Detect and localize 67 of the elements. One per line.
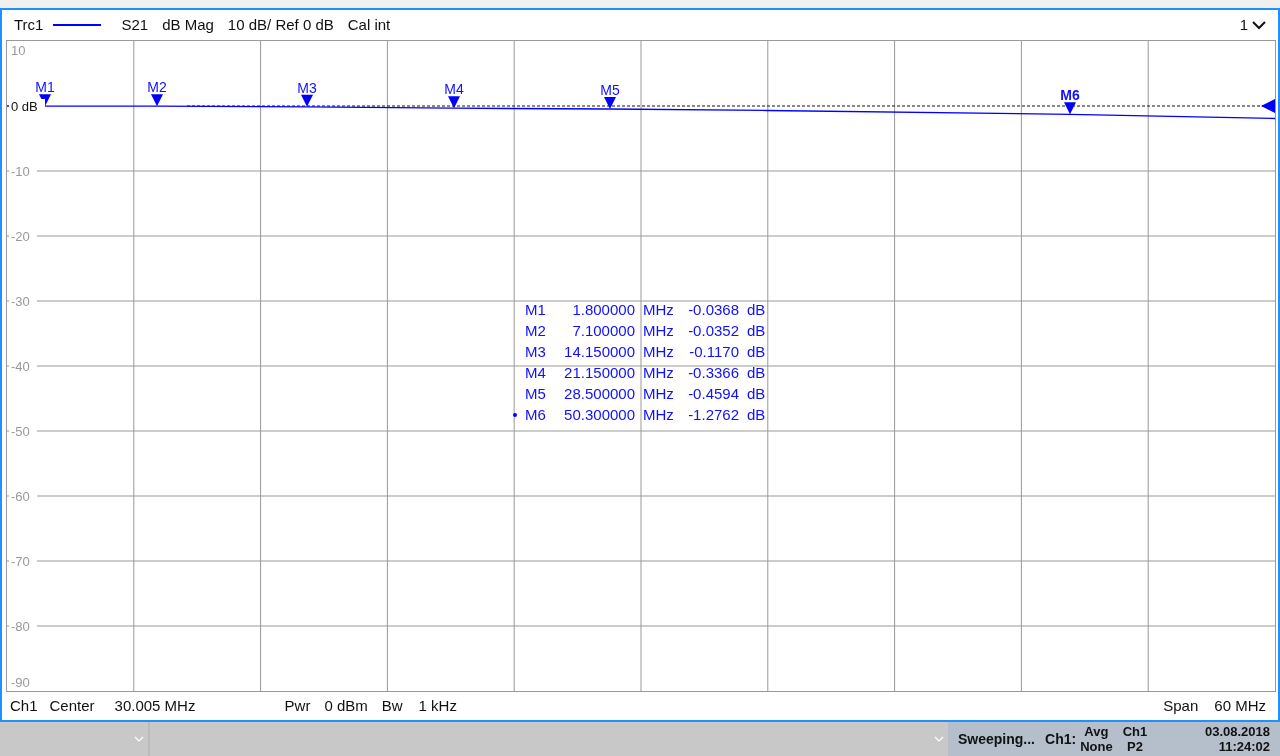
- sweep-status: Sweeping...: [958, 731, 1035, 747]
- port-label: P2: [1126, 739, 1143, 754]
- port-channel: Ch1: [1122, 724, 1148, 739]
- marker-name: M3: [525, 343, 547, 361]
- trace-name[interactable]: Trc1: [14, 13, 44, 37]
- marker-stimulus: 50.300000: [563, 406, 636, 424]
- marker-response: -1.2762: [687, 406, 740, 424]
- chevron-down-icon[interactable]: [1252, 20, 1266, 30]
- y-axis-label: -10: [11, 163, 30, 179]
- marker-stimulus: 28.500000: [563, 385, 636, 403]
- trace-legend-line: [53, 24, 102, 26]
- marker-name: M1: [525, 301, 547, 319]
- scale-label[interactable]: 10 dB/ Ref 0 dB: [227, 13, 334, 37]
- marker-response: -0.1170: [688, 343, 740, 361]
- marker-unit: MHz: [643, 301, 675, 319]
- channel-status: Ch1:: [1045, 731, 1077, 747]
- marker-response: -0.0352: [687, 322, 740, 340]
- calibration-label[interactable]: Cal int: [347, 13, 391, 37]
- marker-stimulus: 1.800000: [571, 301, 636, 319]
- marker-unit: dB: [747, 343, 767, 361]
- y-axis-label: 10: [11, 42, 26, 58]
- marker-unit: MHz: [643, 343, 675, 361]
- marker-unit: MHz: [643, 364, 675, 382]
- marker-response: -0.0368: [687, 301, 740, 319]
- average-label: Avg: [1084, 724, 1109, 739]
- date-label: 03.08.2018: [1204, 724, 1270, 739]
- power-value[interactable]: 0 dBm: [324, 694, 368, 718]
- marker-unit: dB: [747, 385, 767, 403]
- format-label[interactable]: dB Mag: [162, 13, 214, 37]
- window-number[interactable]: 1: [1239, 13, 1248, 37]
- marker-stimulus: 21.150000: [563, 364, 636, 382]
- s-parameter[interactable]: S21: [121, 13, 149, 37]
- marker-name: M6: [525, 406, 547, 424]
- marker-name: M4: [525, 364, 547, 382]
- time-label: 11:24:02: [1218, 739, 1270, 754]
- marker-unit: MHz: [643, 322, 675, 340]
- marker-name: M5: [525, 385, 547, 403]
- marker-unit: dB: [747, 406, 767, 424]
- marker-name: M2: [525, 322, 547, 340]
- channel-label[interactable]: Ch1: [10, 694, 38, 718]
- marker-unit: MHz: [643, 385, 675, 403]
- power-label[interactable]: Pwr: [284, 694, 311, 718]
- y-axis-label: -90: [11, 674, 30, 690]
- y-axis-label: 0 dB: [11, 98, 38, 114]
- marker-response: -0.4594: [687, 385, 740, 403]
- bandwidth-label[interactable]: Bw: [381, 694, 403, 718]
- marker-unit: MHz: [643, 406, 675, 424]
- y-axis-label: -20: [11, 228, 30, 244]
- y-axis-label: -60: [11, 488, 30, 504]
- reference-level-icon[interactable]: [1261, 99, 1275, 113]
- marker-stimulus: 7.100000: [571, 322, 636, 340]
- span-value[interactable]: 60 MHz: [1214, 694, 1266, 718]
- average-value: None: [1080, 739, 1113, 754]
- y-axis-label: -30: [11, 293, 30, 309]
- bandwidth-value[interactable]: 1 kHz: [418, 694, 457, 718]
- y-axis-label: -40: [11, 358, 30, 374]
- span-label[interactable]: Span: [1163, 694, 1199, 718]
- center-label[interactable]: Center: [49, 694, 95, 718]
- marker-response: -0.3366: [687, 364, 740, 382]
- marker-unit: dB: [747, 364, 767, 382]
- marker-unit: dB: [747, 322, 767, 340]
- y-axis-label: -70: [11, 553, 30, 569]
- y-axis-label: -50: [11, 423, 30, 439]
- marker-unit: dB: [747, 301, 767, 319]
- center-frequency[interactable]: 30.005 MHz: [114, 694, 285, 718]
- marker-stimulus: 14.150000: [563, 343, 636, 361]
- y-axis-label: -80: [11, 618, 30, 634]
